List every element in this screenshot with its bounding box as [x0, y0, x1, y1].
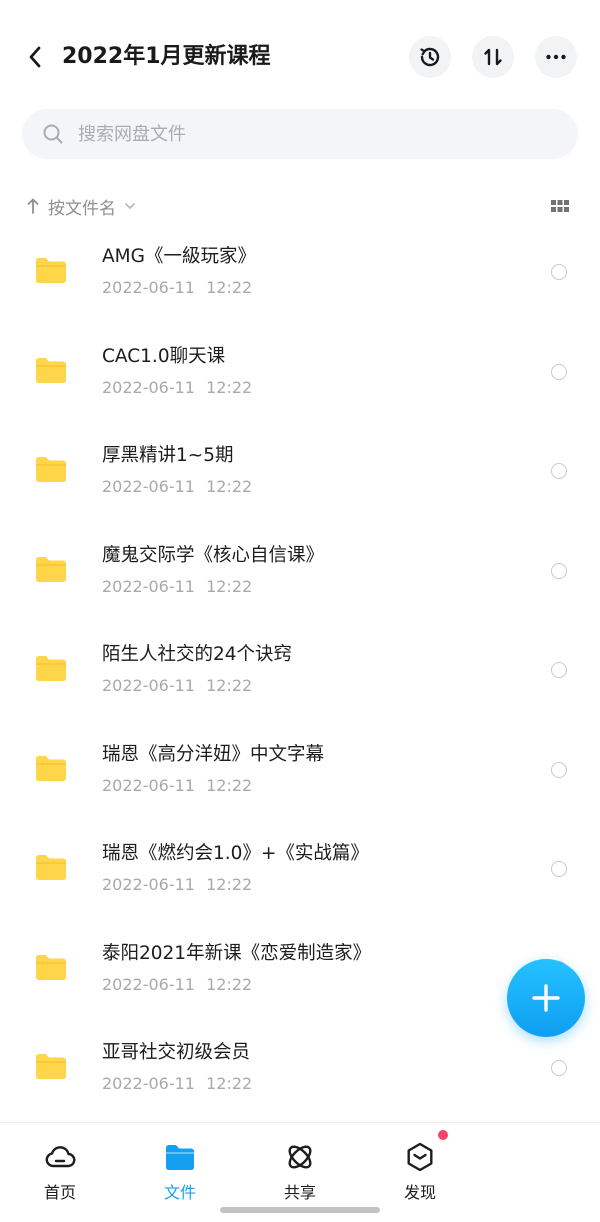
chevron-left-icon: [29, 46, 41, 68]
more-icon: [546, 54, 566, 60]
folder-icon: [36, 357, 66, 383]
file-date: 2022-06-11 12:22: [102, 775, 253, 795]
select-radio[interactable]: [551, 264, 567, 280]
select-radio[interactable]: [551, 761, 567, 778]
select-radio[interactable]: [551, 1060, 567, 1076]
sort-dropdown[interactable]: 按文件名: [26, 190, 136, 222]
file-row[interactable]: 亚哥社交初级会员 2022-06-11 12:22: [0, 1018, 600, 1118]
grid-view-icon[interactable]: [550, 196, 570, 216]
file-date: 2022-06-11 12:22: [102, 278, 253, 297]
nav-item-discover[interactable]: 发现: [360, 1123, 480, 1213]
file-name: AMG《一級玩家》: [102, 246, 256, 267]
folder-icon: [36, 556, 66, 582]
select-radio[interactable]: [551, 363, 567, 380]
nav-label: 发现: [403, 1183, 436, 1202]
file-name: 魔鬼交际学《核心自信课》: [102, 544, 325, 566]
add-button[interactable]: [507, 959, 585, 1037]
notification-badge: [438, 1130, 448, 1140]
select-radio[interactable]: [551, 463, 567, 479]
header: 2022年1月更新课程: [0, 0, 600, 110]
transfer-button[interactable]: [472, 36, 514, 78]
nav-item-files[interactable]: 文件: [120, 1123, 240, 1213]
search-input[interactable]: [78, 123, 518, 145]
file-row[interactable]: 厚黑精讲1~5期 2022-06-11 12:22: [0, 421, 600, 521]
search-icon: [42, 123, 64, 145]
nav-label: 共享: [283, 1183, 316, 1202]
folder-icon: [36, 755, 66, 781]
file-date: 2022-06-11 12:22: [102, 576, 253, 596]
file-name: CAC1.0聊天课: [102, 345, 226, 367]
nav-item-share[interactable]: 共享: [240, 1123, 360, 1213]
atom-share-icon: [288, 1145, 312, 1169]
select-radio[interactable]: [551, 662, 567, 678]
page-title: 2022年1月更新课程: [62, 44, 271, 69]
search-bar[interactable]: [22, 109, 578, 159]
more-button[interactable]: [535, 36, 577, 78]
sort-bar: 按文件名: [0, 190, 600, 222]
file-name: 瑞恩《燃约会1.0》+《实战篇》: [102, 843, 369, 864]
chevron-down-icon: [125, 203, 135, 209]
folder-icon: [36, 1054, 66, 1079]
sort-label: 按文件名: [48, 198, 116, 219]
history-icon: [420, 47, 440, 67]
folder-icon: [36, 457, 66, 482]
folder-icon: [36, 855, 66, 880]
nav-item-home[interactable]: 首页: [0, 1123, 120, 1213]
nav-label: 文件: [163, 1183, 196, 1202]
file-row[interactable]: CAC1.0聊天课 2022-06-11 12:22: [0, 322, 600, 422]
file-row[interactable]: 陌生人社交的24个诀窍 2022-06-11 12:22: [0, 620, 600, 720]
plus-icon: [532, 984, 560, 1012]
back-button[interactable]: [20, 42, 50, 72]
file-name: 陌生人社交的24个诀窍: [102, 644, 293, 665]
file-date: 2022-06-11 12:22: [102, 875, 253, 894]
home-indicator[interactable]: [220, 1207, 380, 1213]
file-date: 2022-06-11 12:22: [102, 377, 253, 397]
file-row[interactable]: 瑞恩《燃约会1.0》+《实战篇》 2022-06-11 12:22: [0, 819, 600, 919]
file-name: 厚黑精讲1~5期: [102, 445, 234, 466]
folder-icon: [36, 656, 66, 681]
file-row[interactable]: 瑞恩《高分洋妞》中文字幕 2022-06-11 12:22: [0, 720, 600, 820]
file-date: 2022-06-11 12:22: [102, 974, 253, 994]
select-radio[interactable]: [551, 861, 567, 877]
file-name: 亚哥社交初级会员: [102, 1042, 251, 1063]
folder-icon: [166, 1145, 194, 1170]
select-radio[interactable]: [551, 562, 567, 579]
folder-icon: [36, 258, 66, 283]
file-name: 瑞恩《高分洋妞》中文字幕: [102, 743, 325, 765]
discover-icon: [407, 1142, 433, 1172]
cloud-home-icon: [45, 1146, 76, 1168]
history-button[interactable]: [409, 36, 451, 78]
file-row[interactable]: AMG《一級玩家》 2022-06-11 12:22: [0, 222, 600, 322]
arrow-up-icon: [27, 198, 39, 214]
file-date: 2022-06-11 12:22: [102, 477, 253, 496]
folder-icon: [36, 954, 66, 980]
file-row[interactable]: 魔鬼交际学《核心自信课》 2022-06-11 12:22: [0, 521, 600, 621]
transfer-icon: [484, 48, 502, 66]
nav-label: 首页: [43, 1183, 76, 1202]
file-date: 2022-06-11 12:22: [102, 676, 253, 695]
file-name: 泰阳2021年新课《恋爱制造家》: [102, 942, 372, 964]
file-date: 2022-06-11 12:22: [102, 1074, 253, 1093]
